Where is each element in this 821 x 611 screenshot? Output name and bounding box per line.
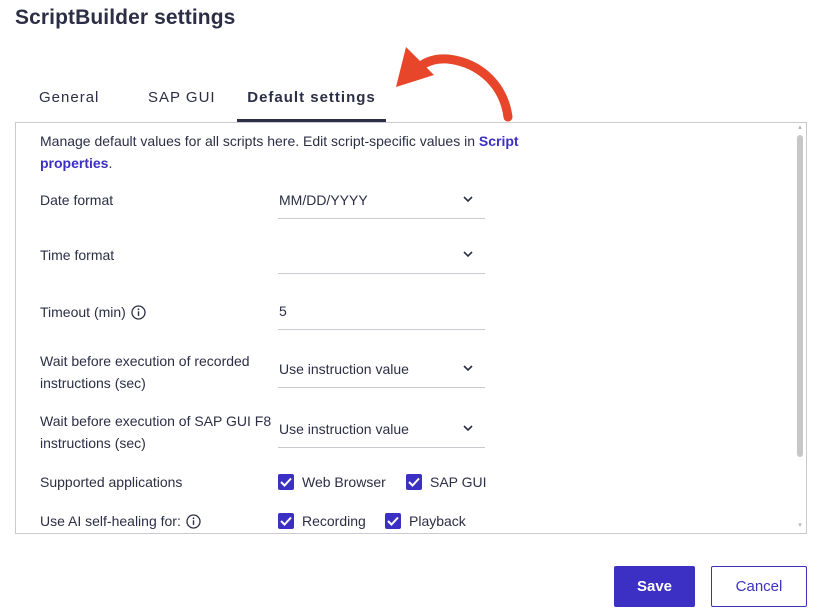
date-format-select[interactable]: MM/DD/YYYY xyxy=(278,183,485,219)
wait-recorded-label: Wait before execution of recorded instru… xyxy=(40,353,250,391)
checkbox-checked-icon xyxy=(385,513,401,529)
intro-text: Manage default values for all scripts he… xyxy=(40,130,520,174)
scroll-down-icon[interactable]: ▾ xyxy=(797,522,803,529)
annotation-arrow-icon xyxy=(396,47,513,122)
wait-sapgui-select[interactable]: Use instruction value xyxy=(278,412,485,448)
wait-sapgui-value: Use instruction value xyxy=(279,421,409,437)
ai-self-healing-label-text: Use AI self-healing for: xyxy=(40,513,181,529)
timeout-value: 5 xyxy=(279,303,287,319)
ai-self-healing-label: Use AI self-healing for: xyxy=(40,510,275,532)
info-icon[interactable] xyxy=(186,514,201,529)
tab-sap-gui[interactable]: SAP GUI xyxy=(148,78,216,122)
intro-text-end: . xyxy=(108,155,113,171)
recording-checkbox[interactable]: Recording xyxy=(278,512,366,532)
sap-gui-label: SAP GUI xyxy=(430,474,487,490)
timeout-input[interactable]: 5 xyxy=(278,294,485,330)
timeout-label: Timeout (min) xyxy=(40,301,275,323)
settings-panel: Manage default values for all scripts he… xyxy=(15,122,807,534)
save-button[interactable]: Save xyxy=(614,566,695,607)
chevron-down-icon xyxy=(463,196,473,203)
chevron-down-icon xyxy=(463,365,473,372)
date-format-value: MM/DD/YYYY xyxy=(279,192,368,208)
web-browser-checkbox[interactable]: Web Browser xyxy=(278,473,386,493)
chevron-down-icon xyxy=(463,425,473,432)
dialog-title: ScriptBuilder settings xyxy=(15,6,236,29)
checkbox-checked-icon xyxy=(406,474,422,490)
tab-default-settings[interactable]: Default settings xyxy=(237,78,386,122)
playback-checkbox[interactable]: Playback xyxy=(385,512,466,532)
checkbox-checked-icon xyxy=(278,474,294,490)
checkbox-checked-icon xyxy=(278,513,294,529)
playback-label: Playback xyxy=(409,513,466,529)
date-format-label: Date format xyxy=(40,192,114,208)
wait-sapgui-label: Wait before execution of SAP GUI F8 inst… xyxy=(40,413,272,451)
tab-general[interactable]: General xyxy=(39,78,99,122)
web-browser-label: Web Browser xyxy=(302,474,386,490)
wait-recorded-select[interactable]: Use instruction value xyxy=(278,352,485,388)
timeout-label-text: Timeout (min) xyxy=(40,304,126,320)
scrollbar[interactable]: ▴ ▾ xyxy=(792,123,806,533)
time-format-label: Time format xyxy=(40,247,115,263)
info-icon[interactable] xyxy=(131,305,146,320)
time-format-select[interactable] xyxy=(278,238,485,274)
cancel-button[interactable]: Cancel xyxy=(711,566,807,607)
recording-label: Recording xyxy=(302,513,366,529)
scroll-up-icon[interactable]: ▴ xyxy=(797,124,803,131)
wait-recorded-value: Use instruction value xyxy=(279,361,409,377)
scroll-thumb[interactable] xyxy=(797,135,803,457)
sap-gui-checkbox[interactable]: SAP GUI xyxy=(406,473,487,493)
chevron-down-icon xyxy=(463,251,473,258)
supported-apps-label: Supported applications xyxy=(40,474,183,490)
intro-text-body: Manage default values for all scripts he… xyxy=(40,133,479,149)
